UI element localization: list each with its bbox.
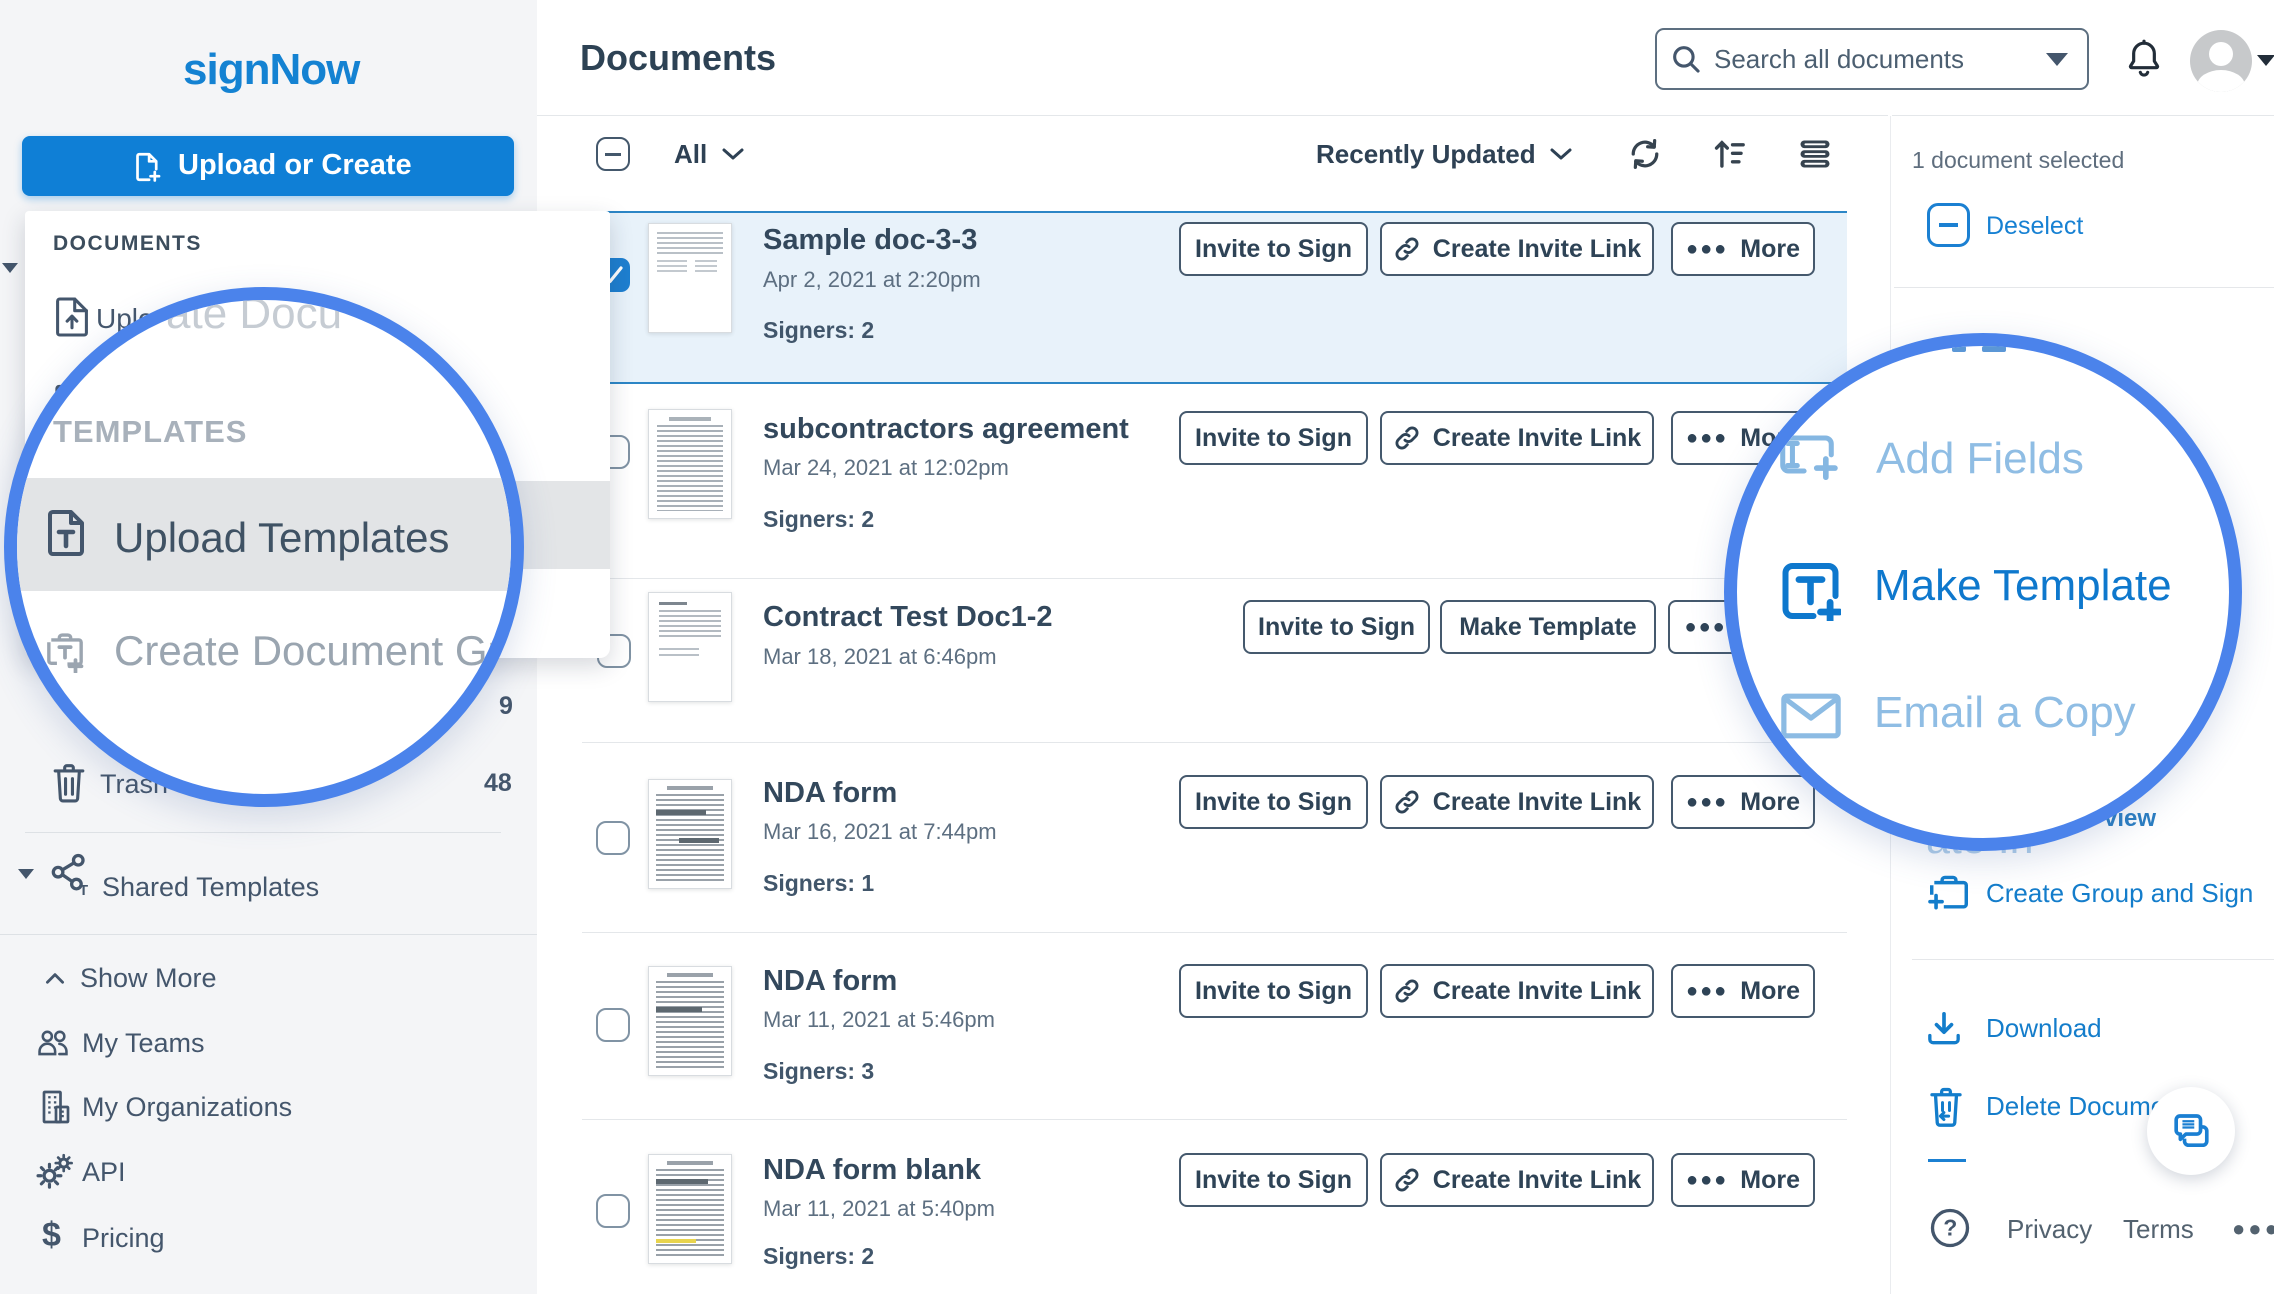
svg-text:?: ? [1943, 1215, 1957, 1241]
svg-text:T: T [79, 883, 88, 896]
